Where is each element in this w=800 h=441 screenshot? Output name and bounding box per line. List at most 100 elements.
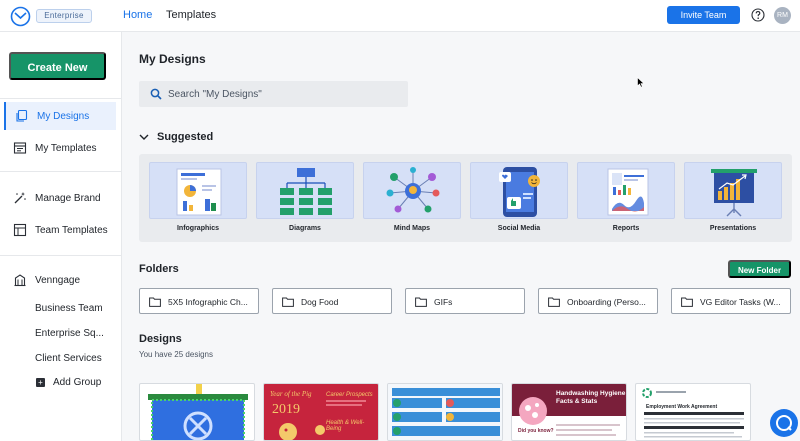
chat-support-button[interactable] xyxy=(770,409,798,437)
folder-label: Dog Food xyxy=(301,297,339,307)
folder-icon xyxy=(548,297,560,307)
suggested-card-diagrams[interactable]: Diagrams xyxy=(256,162,354,240)
sidebar-item-label: My Designs xyxy=(37,111,90,122)
search-input[interactable] xyxy=(168,86,398,102)
designs-heading: Designs xyxy=(139,333,182,345)
suggested-panel: Infographics Diagrams Mind Maps Social M… xyxy=(139,154,792,242)
folder-label: Onboarding (Perso... xyxy=(567,297,646,307)
suggested-thumb xyxy=(684,162,782,219)
plan-badge: Enterprise xyxy=(36,9,92,23)
team-item-enterprise-squad[interactable]: Enterprise Sq... xyxy=(35,328,104,339)
suggested-thumb xyxy=(363,162,461,219)
folder-item[interactable]: Onboarding (Perso... xyxy=(538,288,658,314)
suggested-card-mind-maps[interactable]: Mind Maps xyxy=(363,162,461,240)
add-group-label: Add Group xyxy=(53,377,102,388)
infographic-illustration-icon xyxy=(176,168,222,216)
suggested-label: Mind Maps xyxy=(393,225,431,232)
divider xyxy=(0,171,122,172)
sidebar-item-label: Manage Brand xyxy=(35,193,101,204)
design-preview-icon xyxy=(388,384,502,440)
design-preview-icon xyxy=(148,384,248,440)
magic-wand-icon xyxy=(14,192,26,204)
venngage-logo-icon[interactable] xyxy=(10,6,31,27)
folders-heading: Folders xyxy=(139,263,179,275)
folder-item[interactable]: GIFs xyxy=(405,288,525,314)
sidebar: Create New My Designs My Templates Manag… xyxy=(0,32,122,441)
nav-templates[interactable]: Templates xyxy=(166,9,216,21)
building-icon xyxy=(14,274,26,287)
suggested-thumb xyxy=(577,162,675,219)
invite-team-button[interactable]: Invite Team xyxy=(667,6,740,24)
folder-icon xyxy=(282,297,294,307)
suggested-thumb xyxy=(149,162,247,219)
mouse-cursor-icon xyxy=(637,77,645,88)
top-header: Enterprise Home Templates Invite Team RM xyxy=(0,0,800,32)
folder-item[interactable]: 5X5 Infographic Ch... xyxy=(139,288,259,314)
design-lines-icon xyxy=(644,391,744,438)
divider xyxy=(0,98,122,99)
design-title: Handwashing Hygiene Facts & Stats xyxy=(556,390,626,405)
sidebar-item-label: My Templates xyxy=(35,143,97,154)
suggested-label: Diagrams xyxy=(289,225,321,232)
grid-icon xyxy=(13,223,27,237)
suggested-card-reports[interactable]: Reports xyxy=(577,162,675,240)
design-decor-icon xyxy=(279,400,366,440)
mind-map-illustration-icon xyxy=(386,167,440,213)
suggested-thumb xyxy=(256,162,354,219)
suggested-label: Suggested xyxy=(157,131,214,143)
team-item-client-services[interactable]: Client Services xyxy=(35,353,102,364)
nav-home[interactable]: Home xyxy=(123,9,152,21)
avatar[interactable]: RM xyxy=(774,7,791,24)
design-question: Did you know? xyxy=(518,428,554,434)
team-item-business-team[interactable]: Business Team xyxy=(35,303,103,314)
folder-icon xyxy=(149,297,161,307)
chat-icon xyxy=(776,415,792,431)
suggested-label: Presentations xyxy=(709,225,757,232)
design-thumbnail[interactable]: Handwashing Hygiene Facts & Stats Did yo… xyxy=(511,383,627,441)
sidebar-item-my-designs[interactable]: My Designs xyxy=(4,102,116,130)
folder-label: 5X5 Infographic Ch... xyxy=(168,297,248,307)
suggested-card-presentations[interactable]: Presentations xyxy=(684,162,782,240)
presentation-illustration-icon xyxy=(711,169,757,217)
sidebar-item-label: Venngage xyxy=(35,275,81,286)
new-folder-button[interactable]: New Folder xyxy=(728,260,791,278)
search-icon xyxy=(150,88,162,100)
create-new-button[interactable]: Create New xyxy=(9,52,106,80)
report-illustration-icon xyxy=(607,168,649,216)
design-thumbnail[interactable] xyxy=(387,383,503,441)
design-thumbnail[interactable]: Employment Work Agreement xyxy=(635,383,751,441)
main-content: My Designs Suggested xyxy=(122,32,800,441)
folder-label: GIFs xyxy=(434,297,453,307)
suggested-thumb xyxy=(470,162,568,219)
designs-icon xyxy=(16,109,28,122)
folder-item[interactable]: VG Editor Tasks (W... xyxy=(671,288,791,314)
sidebar-item-my-templates[interactable]: My Templates xyxy=(4,134,116,162)
sidebar-item-manage-brand[interactable]: Manage Brand xyxy=(4,184,116,212)
suggested-card-social-media[interactable]: Social Media xyxy=(470,162,568,240)
folder-label: VG Editor Tasks (W... xyxy=(700,297,781,307)
design-thumbnail[interactable] xyxy=(139,383,255,441)
folder-icon xyxy=(415,297,427,307)
sidebar-item-venngage[interactable]: Venngage xyxy=(4,266,116,294)
suggested-label: Social Media xyxy=(497,225,541,232)
hands-illustration-icon xyxy=(519,397,547,425)
folder-icon xyxy=(681,297,693,307)
plus-icon: + xyxy=(36,378,45,387)
social-media-illustration-icon xyxy=(499,167,540,217)
chevron-down-icon xyxy=(139,134,149,140)
page-title: My Designs xyxy=(139,52,206,66)
design-thumbnail[interactable]: Year of the Pig 2019 Career Prospects He… xyxy=(263,383,379,441)
folder-item[interactable]: Dog Food xyxy=(272,288,392,314)
sidebar-item-team-templates[interactable]: Team Templates xyxy=(4,216,116,244)
designs-count: You have 25 designs xyxy=(139,350,213,359)
search-box[interactable] xyxy=(139,81,408,107)
templates-icon xyxy=(13,142,27,154)
divider xyxy=(0,255,122,256)
suggested-label: Infographics xyxy=(176,225,219,232)
diagram-illustration-icon xyxy=(280,168,332,215)
design-lines-icon xyxy=(556,424,620,436)
help-icon[interactable] xyxy=(751,8,765,22)
suggested-label: Reports xyxy=(612,225,640,232)
suggested-card-infographics[interactable]: Infographics xyxy=(149,162,247,240)
sidebar-item-label: Team Templates xyxy=(35,225,108,236)
